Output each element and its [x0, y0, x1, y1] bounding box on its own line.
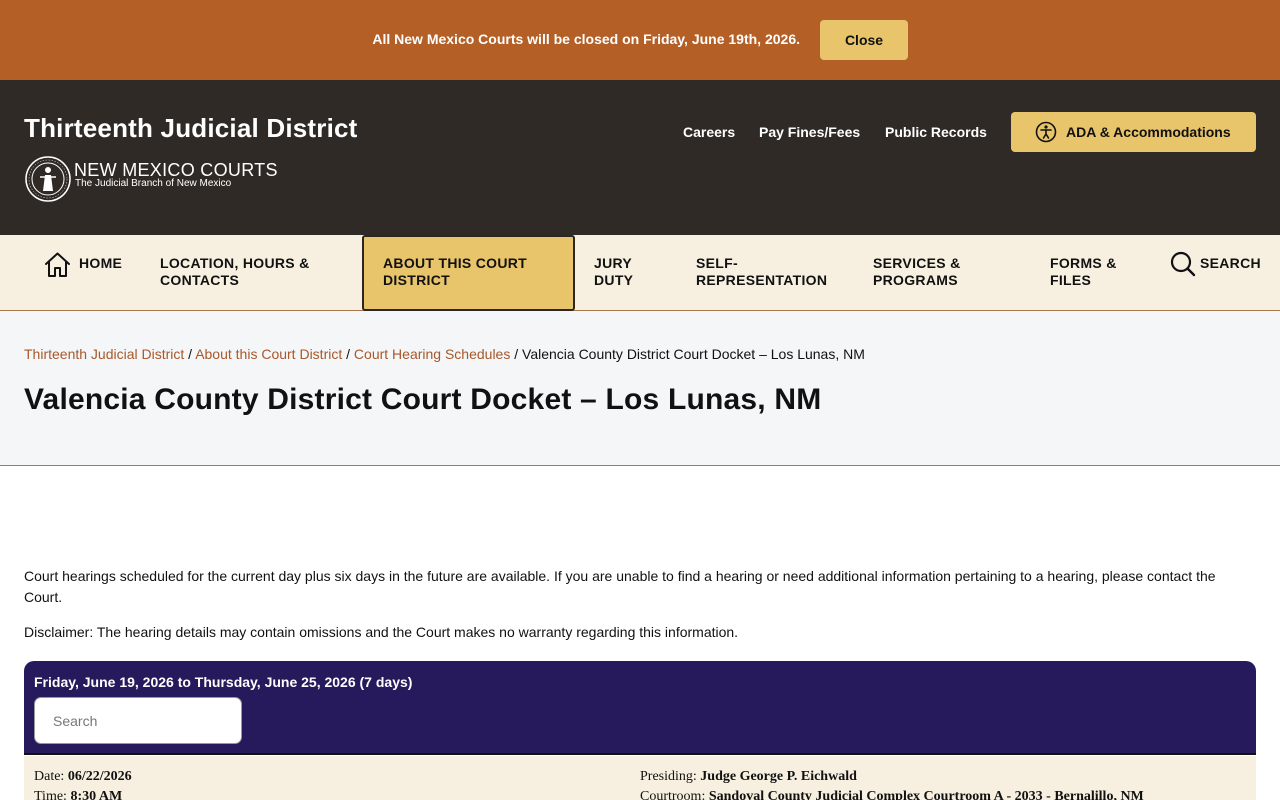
field-label: Courtroom: — [640, 789, 709, 800]
nav-label-line: DUTY — [594, 272, 634, 288]
nav-label-line: CONTACTS — [160, 272, 240, 288]
field-label: Presiding: — [640, 769, 701, 784]
field-value: 06/22/2026 — [67, 769, 132, 784]
brand-subtitle: The Judicial Branch of New Mexico — [75, 178, 232, 189]
nav-location-hours-contacts[interactable]: LOCATION, HOURS & CONTACTS — [160, 255, 310, 289]
nav-label-line: FILES — [1050, 272, 1092, 288]
nav-services-programs[interactable]: SERVICES & PROGRAMS — [873, 255, 961, 289]
alert-banner: All New Mexico Courts will be closed on … — [0, 0, 1280, 80]
breadcrumb-separator: / — [510, 346, 523, 362]
ada-label: ADA & Accommodations — [1066, 124, 1231, 140]
docket-search-input[interactable] — [34, 697, 242, 744]
nav-search[interactable]: SEARCH — [1200, 255, 1261, 272]
nav-label-line: JURY — [594, 255, 633, 271]
accessibility-icon — [1035, 121, 1057, 143]
page-header: Thirteenth Judicial District / About thi… — [0, 311, 1280, 466]
nav-about-court-district[interactable]: ABOUT THIS COURT DISTRICT — [362, 235, 575, 311]
field-value: 8:30 AM — [70, 789, 123, 800]
nav-self-representation[interactable]: SELF- REPRESENTATION — [696, 255, 827, 289]
nav-label-line: PROGRAMS — [873, 272, 958, 288]
nav-label-line: FORMS & — [1050, 255, 1117, 271]
date-range: Friday, June 19, 2026 to Thursday, June … — [34, 674, 413, 690]
alert-close-button[interactable]: Close — [820, 20, 908, 60]
home-icon[interactable] — [44, 251, 71, 278]
intro-text: Court hearings scheduled for the current… — [24, 568, 1216, 605]
main-nav: HOME LOCATION, HOURS & CONTACTS ABOUT TH… — [0, 235, 1280, 311]
field-value: Sandoval County Judicial Complex Courtro… — [708, 789, 1144, 800]
page-title: Valencia County District Court Docket – … — [24, 383, 822, 416]
breadcrumb-separator: / — [342, 346, 354, 362]
field-label: Time: — [34, 789, 71, 800]
breadcrumb-current: Valencia County District Court Docket – … — [522, 346, 865, 362]
nav-jury-duty[interactable]: JURY DUTY — [594, 255, 633, 289]
pay-fines-link[interactable]: Pay Fines/Fees — [759, 124, 860, 140]
disclaimer-text: Disclaimer: The hearing details may cont… — [24, 624, 739, 640]
public-records-link[interactable]: Public Records — [885, 124, 987, 140]
nav-label-line: SELF- — [696, 255, 738, 271]
breadcrumb-separator: / — [184, 346, 196, 362]
nav-label-line: REPRESENTATION — [696, 272, 828, 288]
search-icon[interactable] — [1170, 251, 1196, 277]
hearing-courtroom: Courtroom: Sandoval County Judicial Comp… — [640, 789, 1144, 800]
hearing-record: Date: 06/22/2026 Time: 8:30 AM Presiding… — [24, 756, 1256, 800]
field-value: Judge George P. Eichwald — [700, 769, 857, 784]
breadcrumb: Thirteenth Judicial District / About thi… — [24, 346, 865, 362]
site-header: Thirteenth Judicial District NEW MEXICO … — [0, 80, 1280, 235]
site-title[interactable]: Thirteenth Judicial District — [24, 113, 358, 144]
field-label: Date: — [34, 769, 68, 784]
hearing-date: Date: 06/22/2026 — [34, 769, 132, 785]
docket-header: Friday, June 19, 2026 to Thursday, June … — [24, 661, 1256, 755]
nav-label-line: SERVICES & — [873, 255, 961, 271]
careers-link[interactable]: Careers — [683, 124, 735, 140]
hearing-time: Time: 8:30 AM — [34, 789, 122, 800]
nav-label-line: LOCATION, HOURS & — [160, 255, 310, 271]
nav-home[interactable]: HOME — [79, 255, 122, 272]
ada-accommodations-button[interactable]: ADA & Accommodations — [1011, 112, 1256, 152]
nav-label-line: ABOUT THIS COURT — [383, 255, 528, 271]
alert-message: All New Mexico Courts will be closed on … — [372, 31, 800, 47]
breadcrumb-link[interactable]: About this Court District — [195, 346, 342, 362]
nav-label-line: DISTRICT — [383, 272, 450, 288]
hearing-presiding: Presiding: Judge George P. Eichwald — [640, 769, 857, 785]
nav-forms-files[interactable]: FORMS & FILES — [1050, 255, 1117, 289]
breadcrumb-link[interactable]: Thirteenth Judicial District — [24, 346, 184, 362]
court-seal-icon — [25, 156, 71, 202]
breadcrumb-link[interactable]: Court Hearing Schedules — [354, 346, 510, 362]
